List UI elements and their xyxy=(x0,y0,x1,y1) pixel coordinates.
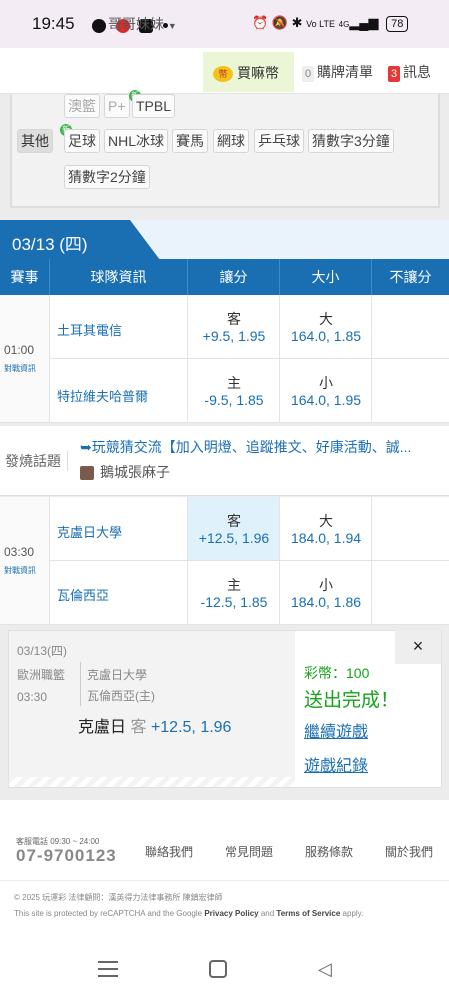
purchase-count-badge: 0 xyxy=(302,66,314,82)
sport-chip-guess-3min[interactable]: 猜數字3分鐘 xyxy=(308,129,394,153)
game-row-group: 01:00 對戰資訊 土耳其電信 特拉維夫哈普爾 客 +9.5, 1.95 主 -9… xyxy=(0,295,449,423)
sport-chip-guess-2min[interactable]: 猜數字2分鐘 xyxy=(64,165,150,189)
moneyline-cell[interactable] xyxy=(372,295,449,359)
messages-link[interactable]: 3 訊息 xyxy=(388,62,431,82)
slip-pick: 克盧日 客 +12.5, 1.96 xyxy=(78,719,232,736)
other-sports-label: 其他 xyxy=(17,129,53,153)
back-icon[interactable]: ◁ xyxy=(318,959,332,980)
status-time: 19:45 xyxy=(32,14,75,33)
slip-tear-edge xyxy=(9,777,295,787)
game-time-cell xyxy=(0,497,50,625)
sibling-site-dropdown[interactable]: 哥哥妹妹 ▼ xyxy=(108,14,177,34)
away-team[interactable]: 土耳其電信 xyxy=(57,320,122,339)
over-odds: 大 184.0, 1.94 xyxy=(290,513,362,546)
terms-of-service-link[interactable]: Terms of Service xyxy=(276,909,340,918)
header-total: 大小 xyxy=(280,259,372,295)
game-time-cell xyxy=(0,295,50,423)
sport-chip-soccer[interactable]: 足球 xyxy=(64,129,100,153)
footer-link-terms[interactable]: 服務條款 xyxy=(305,843,353,860)
header-team-info: 球隊資訊 xyxy=(50,259,188,295)
menu-icon[interactable] xyxy=(98,961,118,977)
under-odds: 小 184.0, 1.86 xyxy=(290,577,362,610)
hot-topic-author[interactable]: 鵝城張麻子 xyxy=(80,462,170,482)
spread-home-odds: 主 -9.5, 1.85 xyxy=(204,375,264,408)
moneyline-cell[interactable] xyxy=(372,561,449,625)
moneyline-cell[interactable] xyxy=(372,359,449,423)
home-icon[interactable] xyxy=(209,960,227,978)
home-team[interactable]: 瓦倫西亞 xyxy=(57,585,109,604)
continue-game-link[interactable]: 繼續遊戲 xyxy=(304,718,368,742)
slip-league: 歐洲職籃 xyxy=(17,668,66,682)
home-team[interactable]: 特拉維夫哈普爾 xyxy=(57,386,148,405)
volte-icon: Vo LTE xyxy=(306,19,336,29)
sport-chip-aus-basketball[interactable]: 澳籃 xyxy=(64,94,100,118)
under-odds: 小 164.0, 1.95 xyxy=(290,375,362,408)
sport-chip-tennis[interactable]: 網球 xyxy=(213,129,249,153)
slip-time: 03:30 xyxy=(17,690,48,704)
matchup-info-link[interactable]: 對戰資訊 xyxy=(4,363,36,374)
spread-home-odds: 主 -12.5, 1.85 xyxy=(200,577,268,610)
slip-coins: 彩幣：100 xyxy=(304,665,370,681)
game-time: 03:30 xyxy=(4,545,35,559)
slip-team2: 瓦倫西亞(主) xyxy=(87,689,155,703)
sport-chip-nhl[interactable]: NHL冰球 xyxy=(104,129,169,153)
table-header: 賽事 球隊資訊 讓分 大小 不讓分 xyxy=(0,259,449,295)
game-history-link[interactable]: 遊戲紀錄 xyxy=(304,752,368,776)
avatar xyxy=(80,466,94,481)
moneyline-cell[interactable] xyxy=(372,497,449,561)
away-team[interactable]: 克盧日大學 xyxy=(57,522,122,541)
slip-date: 03/13(四) xyxy=(17,644,68,658)
header-event: 賽事 xyxy=(0,259,50,295)
sports-category-panel: 澳籃 P+ 新 TPBL 其他 新 足球 NHL冰球 賽馬 網球 乒乓球 猜數字… xyxy=(10,90,440,208)
over-odds: 大 164.0, 1.85 xyxy=(290,311,362,344)
purchase-list-link[interactable]: 0 購牌清單 xyxy=(302,62,373,82)
footer-link-contact[interactable]: 聯絡我們 xyxy=(145,843,193,860)
game-time: 01:00 xyxy=(4,343,35,357)
caret-down-icon: ▼ xyxy=(167,21,177,31)
spread-away-odds: 客 +12.5, 1.96 xyxy=(198,513,270,546)
buy-coins-button[interactable]: 幣買嘛幣 xyxy=(213,63,279,83)
coin-icon: 幣 xyxy=(213,66,233,83)
game-row-group: 03:30 對戰資訊 克盧日大學 瓦倫西亞 客 +12.5, 1.96 主 -12.… xyxy=(0,497,449,625)
hot-topic-link[interactable]: ➥玩競猜交流【加入明燈、追蹤推文、好康活動、誠... xyxy=(80,437,440,457)
close-icon[interactable]: × xyxy=(395,630,441,664)
copyright: © 2025 玩運彩 法律顧問：漢英得力法律事務所 陳鎮宏律師 xyxy=(14,893,223,902)
sport-chip-horse-racing[interactable]: 賽馬 xyxy=(172,129,208,153)
battery-icon: 78 xyxy=(386,16,409,32)
sport-chip-tpbl[interactable]: TPBL xyxy=(132,94,176,118)
signal-icon: 4G▂▄▆ xyxy=(338,15,379,30)
matchup-info-link[interactable]: 對戰資訊 xyxy=(4,565,36,576)
header-spread: 讓分 xyxy=(188,259,280,295)
recaptcha-notice: This site is protected by reCAPTCHA and … xyxy=(14,909,364,918)
status-system-icons: ⏰ 🔕 ✱ Vo LTE 4G▂▄▆ 78 xyxy=(252,15,409,32)
footer-link-faq[interactable]: 常見問題 xyxy=(225,843,273,860)
chat-icon xyxy=(92,18,106,33)
sport-chip-p-plus[interactable]: P+ xyxy=(104,94,130,118)
slip-divider xyxy=(80,662,81,706)
hot-topic-label: 發燒話題 xyxy=(5,451,68,471)
sport-chip-table-tennis[interactable]: 乒乓球 xyxy=(254,129,304,153)
message-count-badge: 3 xyxy=(388,66,400,82)
spread-away-odds: 客 +9.5, 1.95 xyxy=(202,311,266,344)
mute-icon: 🔕 xyxy=(271,15,288,30)
header-moneyline: 不讓分 xyxy=(389,269,432,285)
bluetooth-icon: ✱ xyxy=(291,15,303,30)
slip-team1: 克盧日大學 xyxy=(87,668,148,682)
privacy-policy-link[interactable]: Privacy Policy xyxy=(204,909,258,918)
slip-status: 送出完成！ xyxy=(304,690,400,711)
footer-link-about[interactable]: 關於我們 xyxy=(385,843,433,860)
alarm-icon: ⏰ xyxy=(252,15,269,30)
support-phone[interactable]: 07-9700123 xyxy=(16,846,117,866)
